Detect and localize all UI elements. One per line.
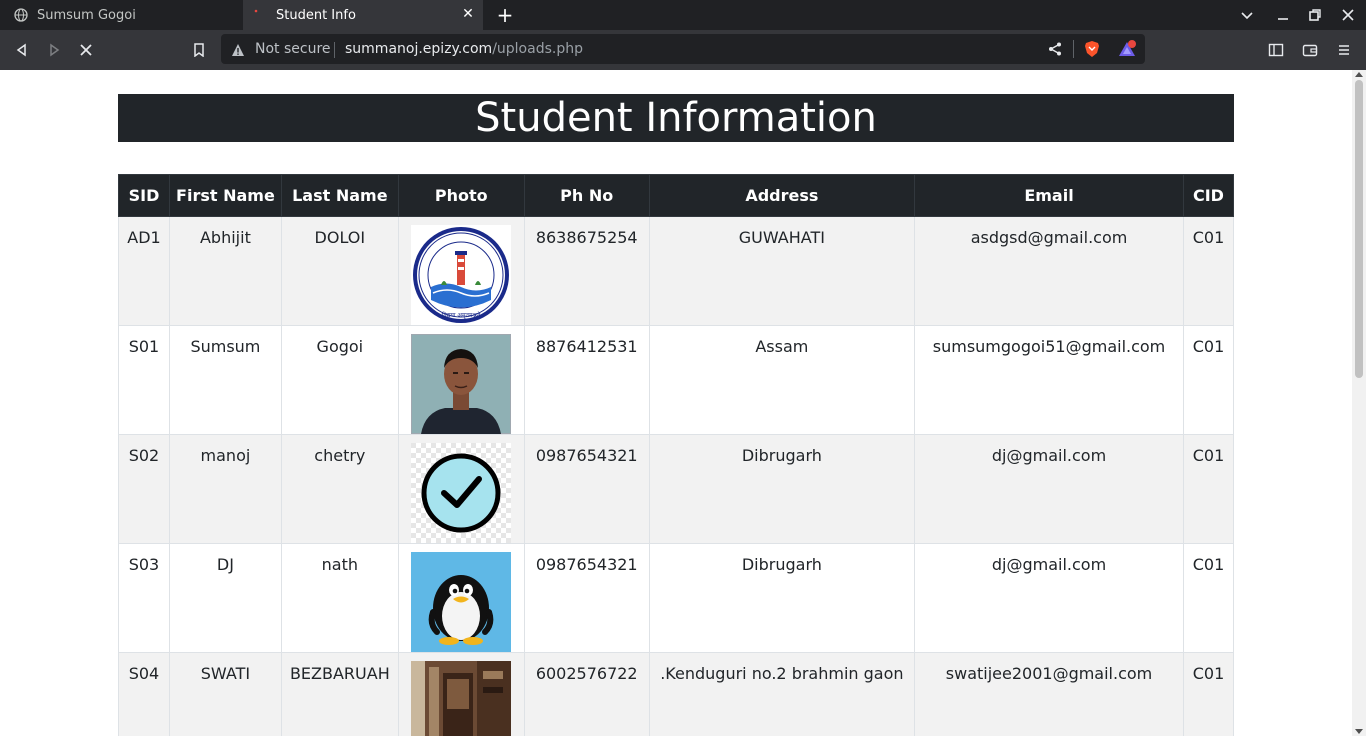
table-row: S04 SWATI BEZBARUAH 6002576722 .Kendugur… [118, 652, 1235, 736]
page-title: Student Information [118, 94, 1234, 142]
browser-toolbar: Not secure summanoj.epizy.com/uploads.ph… [0, 30, 1366, 70]
share-icon[interactable] [1047, 41, 1063, 57]
column-header-address: Address [648, 174, 916, 217]
cell-phone: 6002576722 [523, 652, 650, 736]
column-header-first-name: First Name [168, 174, 282, 217]
bookmark-icon[interactable] [189, 40, 209, 60]
university-seal-image: विद्यया अमृतमश्नुते [411, 225, 512, 325]
back-icon[interactable] [12, 40, 32, 60]
column-header-email: Email [914, 174, 1184, 217]
stop-loading-icon[interactable] [76, 40, 96, 60]
cell-sid: S01 [118, 325, 170, 435]
table-row: S03 DJ nath 0987654321 Dibrugarh dj@gmai… [118, 543, 1235, 653]
globe-icon [14, 8, 28, 22]
url-host: summanoj.epizy.com [345, 41, 493, 57]
cell-address: .Kenduguri no.2 brahmin gaon [648, 652, 916, 736]
cell-last-name: chetry [280, 434, 399, 544]
table-header-row: SID First Name Last Name Photo Ph No Add… [118, 174, 1235, 217]
scrollbar-thumb[interactable] [1355, 80, 1363, 378]
cell-cid: C01 [1182, 543, 1235, 653]
warning-icon[interactable] [231, 42, 245, 56]
cell-phone: 8876412531 [523, 325, 650, 435]
cell-address: Dibrugarh [648, 434, 916, 544]
brave-rewards-icon[interactable] [1118, 40, 1136, 58]
forward-icon[interactable] [44, 40, 64, 60]
cell-cid: C01 [1182, 216, 1235, 326]
cell-address: Dibrugarh [648, 543, 916, 653]
cell-first-name: SWATI [168, 652, 282, 736]
cell-email: asdgsd@gmail.com [914, 216, 1184, 326]
cell-photo: विद्यया अमृतमश्नुते [397, 216, 525, 326]
table-row: S02 manoj chetry 0987654321 Dibrugarh dj… [118, 434, 1235, 544]
page-viewport: Student Information SID First Name Last … [0, 70, 1352, 736]
cell-last-name: nath [280, 543, 399, 653]
vertical-scrollbar[interactable] [1352, 70, 1366, 736]
new-tab-button[interactable]: + [496, 5, 514, 25]
cell-first-name: DJ [168, 543, 282, 653]
restore-icon[interactable] [1307, 7, 1323, 23]
tab-title: Sumsum Gogoi [37, 7, 136, 23]
close-tab-icon[interactable]: ✕ [461, 7, 475, 21]
cell-photo [397, 434, 525, 544]
cell-cid: C01 [1182, 652, 1235, 736]
menu-icon[interactable] [1334, 40, 1354, 60]
sidebar-toggle-icon[interactable] [1266, 40, 1286, 60]
cell-sid: S03 [118, 543, 170, 653]
table-row: AD1 Abhijit DOLOI विद्यया अमृतमश्नुते 86… [118, 216, 1235, 326]
cell-photo [397, 652, 525, 736]
cell-email: dj@gmail.com [914, 434, 1184, 544]
svg-text:विद्यया अमृतमश्नुते: विद्यया अमृतमश्नुते [442, 311, 481, 319]
cell-photo [397, 325, 525, 435]
column-header-phone: Ph No [523, 174, 650, 217]
minimize-icon[interactable] [1275, 7, 1291, 23]
brave-shields-icon[interactable] [1083, 40, 1101, 58]
portrait-photo-image [411, 334, 512, 434]
cell-address: GUWAHATI [648, 216, 916, 326]
cell-last-name: BEZBARUAH [280, 652, 399, 736]
cell-sid: S02 [118, 434, 170, 544]
loading-dot-icon [253, 8, 267, 22]
tab-student-info[interactable]: Student Info ✕ [243, 0, 483, 30]
security-label[interactable]: Not secure [255, 40, 331, 58]
tab-strip: Sumsum Gogoi Student Info ✕ + [0, 0, 1366, 30]
cell-phone: 8638675254 [523, 216, 650, 326]
cell-email: sumsumgogoi51@gmail.com [914, 325, 1184, 435]
checkmark-image [411, 443, 512, 543]
scroll-up-arrow-icon[interactable] [1355, 72, 1363, 77]
cell-cid: C01 [1182, 325, 1235, 435]
wallet-icon[interactable] [1300, 40, 1320, 60]
penguin-image [411, 552, 512, 652]
tab-search-chevron-icon[interactable] [1239, 7, 1255, 23]
url-text[interactable]: summanoj.epizy.com/uploads.php [345, 40, 583, 58]
cell-sid: AD1 [118, 216, 170, 326]
cell-email: dj@gmail.com [914, 543, 1184, 653]
scroll-down-arrow-icon[interactable] [1355, 729, 1363, 734]
cell-sid: S04 [118, 652, 170, 736]
cell-phone: 0987654321 [523, 434, 650, 544]
cell-first-name: manoj [168, 434, 282, 544]
address-bar[interactable]: Not secure summanoj.epizy.com/uploads.ph… [221, 34, 1145, 64]
student-table: SID First Name Last Name Photo Ph No Add… [118, 174, 1235, 736]
cell-first-name: Abhijit [168, 216, 282, 326]
tab-title: Student Info [276, 7, 356, 23]
room-photo-image [411, 661, 512, 736]
close-window-icon[interactable] [1340, 7, 1356, 23]
url-path: /uploads.php [492, 41, 583, 57]
column-header-cid: CID [1182, 174, 1235, 217]
column-header-photo: Photo [397, 174, 525, 217]
cell-last-name: DOLOI [280, 216, 399, 326]
cell-phone: 0987654321 [523, 543, 650, 653]
cell-first-name: Sumsum [168, 325, 282, 435]
column-header-sid: SID [118, 174, 170, 217]
table-row: S01 Sumsum Gogoi 8876412531 Assam sumsum… [118, 325, 1235, 435]
column-header-last-name: Last Name [280, 174, 399, 217]
cell-photo [397, 543, 525, 653]
cell-last-name: Gogoi [280, 325, 399, 435]
cell-email: swatijee2001@gmail.com [914, 652, 1184, 736]
separator [334, 42, 335, 58]
cell-address: Assam [648, 325, 916, 435]
cell-cid: C01 [1182, 434, 1235, 544]
divider [1073, 40, 1074, 58]
tab-sumsum-gogoi[interactable]: Sumsum Gogoi [0, 0, 242, 30]
